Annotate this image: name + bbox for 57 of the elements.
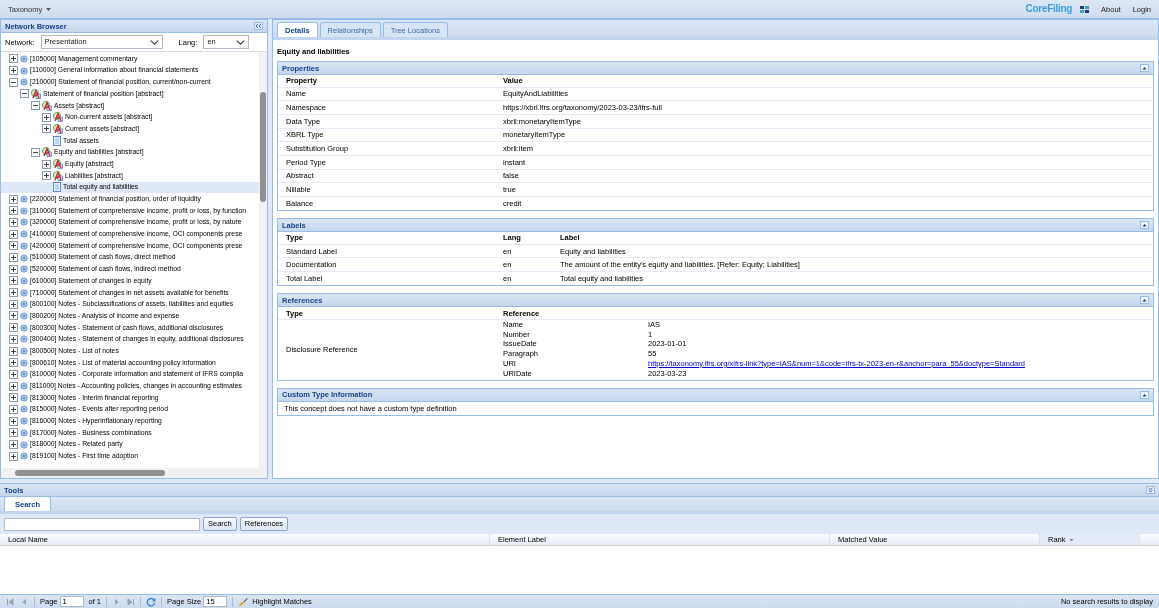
expand-toggle-icon[interactable]	[42, 159, 51, 169]
collapse-toggle-icon[interactable]	[20, 89, 29, 99]
triangle-on-circle-icon	[31, 88, 41, 99]
expand-toggle-icon[interactable]	[9, 264, 18, 274]
expand-toggle-icon[interactable]	[9, 440, 18, 450]
expand-toggle-icon[interactable]	[42, 112, 51, 122]
expand-toggle-icon[interactable]	[9, 253, 18, 263]
triangle-on-circle-icon	[42, 147, 52, 158]
collapse-icon[interactable]	[1140, 221, 1149, 230]
brush-icon	[238, 597, 249, 606]
triangle-on-circle-icon	[53, 159, 63, 170]
collapse-left-icon[interactable]	[254, 22, 263, 30]
expand-toggle-icon[interactable]	[9, 404, 18, 414]
refresh-icon[interactable]	[146, 596, 157, 607]
expand-toggle-icon[interactable]	[9, 206, 18, 216]
collapse-toggle-icon[interactable]	[9, 77, 18, 87]
caret-icon	[46, 7, 52, 11]
expand-toggle-icon[interactable]	[9, 369, 18, 379]
expand-toggle-icon[interactable]	[9, 334, 18, 344]
expand-toggle-icon[interactable]	[9, 217, 18, 227]
expand-icon[interactable]	[1146, 486, 1155, 494]
collapse-icon[interactable]	[1140, 390, 1149, 399]
collapse-toggle-icon[interactable]	[31, 147, 40, 157]
expand-toggle-icon[interactable]	[9, 428, 18, 438]
expand-toggle-icon[interactable]	[9, 299, 18, 309]
document-icon	[53, 135, 61, 146]
expand-toggle-icon[interactable]	[9, 288, 18, 298]
logo-squares-icon	[1080, 5, 1090, 13]
expand-toggle-icon[interactable]	[9, 276, 18, 286]
horizontal-scrollbar[interactable]	[1, 468, 267, 478]
collapse-toggle-icon[interactable]	[31, 101, 40, 111]
expand-toggle-icon[interactable]	[9, 194, 18, 204]
expand-toggle-icon[interactable]	[9, 229, 18, 239]
expand-toggle-icon[interactable]	[9, 241, 18, 251]
expand-toggle-icon[interactable]	[9, 323, 18, 333]
expand-toggle-icon[interactable]	[9, 66, 18, 76]
expand-toggle-icon[interactable]	[9, 381, 18, 391]
triangle-on-circle-icon	[53, 123, 63, 134]
triangle-on-circle-icon	[53, 170, 63, 181]
expand-toggle-icon[interactable]	[9, 451, 18, 461]
document-icon	[53, 182, 61, 193]
triangle-on-circle-icon	[53, 112, 63, 123]
collapse-icon[interactable]	[1140, 296, 1149, 305]
triangle-on-circle-icon	[42, 100, 52, 111]
expand-toggle-icon[interactable]	[9, 416, 18, 426]
expand-toggle-icon[interactable]	[9, 358, 18, 368]
expand-toggle-icon[interactable]	[42, 171, 51, 181]
expand-toggle-icon[interactable]	[9, 54, 18, 64]
sort-caret-icon	[1067, 536, 1075, 543]
expand-toggle-icon[interactable]	[9, 393, 18, 403]
expand-toggle-icon[interactable]	[9, 311, 18, 321]
expand-toggle-icon[interactable]	[9, 346, 18, 356]
brand-logo: CoreFiling	[1025, 3, 1073, 15]
search-field[interactable]	[4, 517, 200, 531]
vertical-scrollbar[interactable]	[259, 52, 267, 468]
collapse-icon[interactable]	[1140, 64, 1149, 72]
expand-toggle-icon[interactable]	[42, 124, 51, 134]
